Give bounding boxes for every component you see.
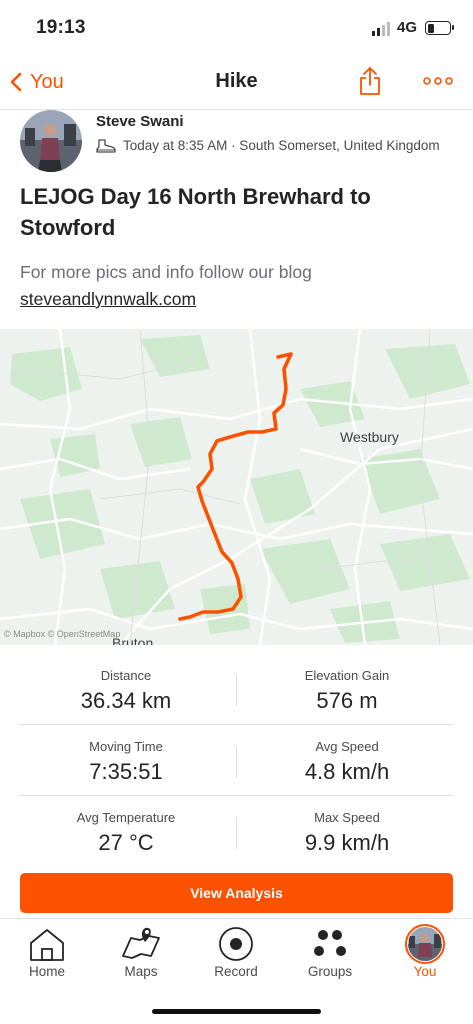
record-icon <box>219 927 253 961</box>
tab-label: Maps <box>124 964 158 979</box>
signal-icon <box>372 22 390 36</box>
hiking-boot-icon <box>96 138 116 153</box>
tab-you[interactable]: You <box>378 919 472 993</box>
home-icon <box>30 929 64 961</box>
battery-icon <box>425 21 454 35</box>
stat-elevation-gain: Elevation Gain 576 m <box>229 668 465 714</box>
stat-label: Elevation Gain <box>304 668 390 683</box>
stat-label: Moving Time <box>89 739 163 754</box>
stat-avg-temperature: Avg Temperature 27 °C <box>8 810 244 856</box>
stat-label: Distance <box>100 668 152 683</box>
status-bar: 19:13 4G <box>0 0 473 54</box>
battery-level <box>427 23 434 33</box>
view-analysis-button[interactable]: View Analysis <box>20 873 453 913</box>
activity-meta: Today at 8:35 AM · South Somerset, Unite… <box>96 138 440 153</box>
tab-label: Groups <box>307 964 353 979</box>
back-button[interactable]: You <box>10 67 64 97</box>
stat-row-divider <box>20 724 453 725</box>
page-title: Hike <box>215 70 258 92</box>
tab-label: Home <box>28 964 65 979</box>
stat-max-speed: Max Speed 9.9 km/h <box>229 810 465 856</box>
map-attribution: © Mapbox © OpenStreetMap <box>4 629 121 639</box>
status-time: 19:13 <box>36 17 86 38</box>
athlete-name[interactable]: Steve Swani <box>96 113 184 130</box>
activity-title: LEJOG Day 16 North Brewhard to Stowford <box>20 184 371 240</box>
map-label-westbury: Westbury <box>340 429 399 445</box>
stat-value: 576 m <box>316 688 378 713</box>
description-text: For more pics and info follow our blog <box>20 262 312 282</box>
share-icon[interactable] <box>358 66 382 96</box>
map-tiles <box>0 329 473 645</box>
stat-value: 27 °C <box>98 830 154 855</box>
groups-icon <box>314 930 346 956</box>
avatar <box>405 924 445 964</box>
tab-home[interactable]: Home <box>0 919 94 993</box>
stat-value: 7:35:51 <box>89 759 163 784</box>
athlete-avatar[interactable] <box>20 110 82 172</box>
tab-record[interactable]: Record <box>189 919 283 993</box>
stat-value: 4.8 km/h <box>304 759 390 784</box>
stat-value: 9.9 km/h <box>304 830 390 855</box>
stat-value: 36.34 km <box>80 688 172 713</box>
network-type: 4G <box>397 19 418 36</box>
stat-moving-time: Moving Time 7:35:51 <box>8 739 244 785</box>
tab-maps[interactable]: Maps <box>94 919 188 993</box>
tab-groups[interactable]: Groups <box>283 919 377 993</box>
stat-row-divider <box>20 795 453 796</box>
avatar-photo <box>20 110 82 172</box>
stat-label: Max Speed <box>314 810 380 825</box>
nav-bar: You Hike <box>0 54 473 110</box>
tab-label: Record <box>214 964 258 979</box>
stat-distance: Distance 36.34 km <box>8 668 244 714</box>
home-indicator <box>152 1009 321 1014</box>
tab-label: You <box>413 964 437 979</box>
stat-label: Avg Temperature <box>76 810 176 825</box>
stat-label: Avg Speed <box>315 739 379 754</box>
map-icon <box>122 927 160 959</box>
stat-avg-speed: Avg Speed 4.8 km/h <box>229 739 465 785</box>
back-label: You <box>30 70 64 93</box>
blog-link[interactable]: steveandlynnwalk.com <box>20 289 196 309</box>
chevron-left-icon <box>10 72 22 92</box>
route-map[interactable]: Westbury Bruton © Mapbox © OpenStreetMap <box>0 329 473 645</box>
activity-datetime-location: Today at 8:35 AM · South Somerset, Unite… <box>123 138 440 153</box>
more-options-icon[interactable] <box>423 74 453 88</box>
tab-bar: Home Maps Record Groups You <box>0 918 473 992</box>
activity-description: For more pics and info follow our blog s… <box>20 259 450 313</box>
